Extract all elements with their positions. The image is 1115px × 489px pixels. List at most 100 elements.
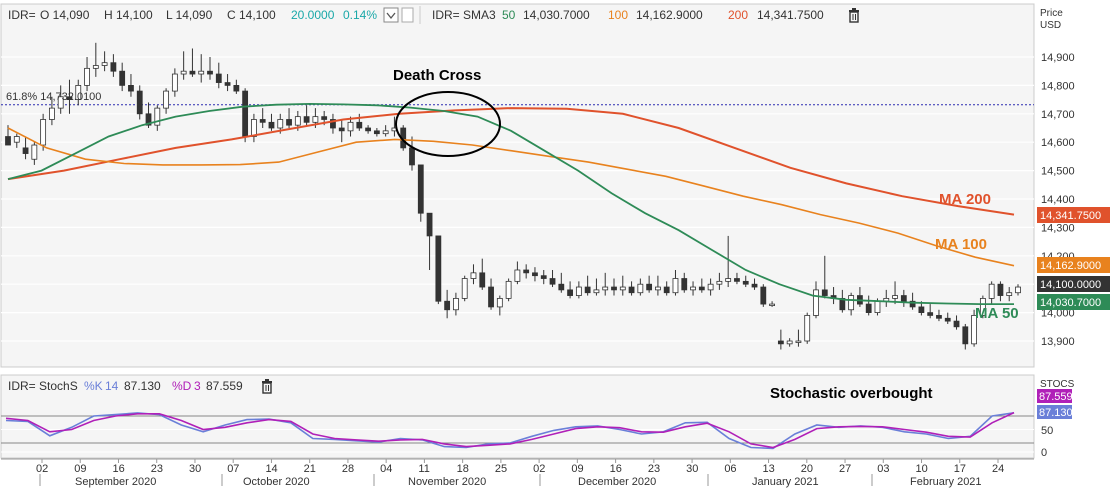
candle-body: [716, 280, 723, 285]
stoch-axis: STOCS 87.559 87.130 50 0: [1037, 379, 1075, 459]
candle-body: [49, 107, 55, 120]
candle-body: [936, 315, 942, 319]
candle-body: [734, 278, 740, 282]
candle-body: [760, 286, 767, 305]
price-tags: 14,341.7500 14,162.9000 14,100.0000 14,0…: [1037, 207, 1110, 310]
candle-body: [628, 286, 635, 294]
candle-body: [101, 62, 108, 66]
candle-body: [540, 275, 547, 279]
candle-body: [13, 136, 20, 143]
candle-body: [865, 303, 872, 313]
candle-body: [470, 272, 477, 279]
x-axis-months: September 2020 October 2020 November 2020 D…: [39, 474, 982, 488]
candle-body: [365, 127, 371, 132]
month-label: November 2020: [408, 476, 486, 488]
chart-canvas: IDR= O 14,090 H 14,100 L 14,090 C 14,100…: [0, 3, 1110, 488]
candle-body: [92, 65, 99, 69]
price-tick-label: 14,500: [1041, 166, 1075, 178]
candle-body: [1006, 292, 1013, 296]
candle-body: [742, 280, 749, 285]
sma50-value: 14,030.7000: [523, 8, 590, 22]
candle-body: [180, 70, 187, 75]
candle-body: [690, 286, 696, 291]
stoch-k-value: 87.130: [124, 379, 161, 393]
candle-body: [488, 286, 494, 308]
candle-body: [128, 85, 134, 92]
header-change-pct: 0.14%: [343, 8, 377, 22]
candle-body: [611, 286, 617, 291]
x-tick-label: 25: [495, 463, 507, 475]
candle-body: [821, 289, 828, 296]
month-label: September 2020: [75, 476, 156, 488]
stoch-tick-0: 0: [1041, 447, 1047, 459]
sma100-value: 14,162.9000: [636, 8, 703, 22]
header-low: L 14,090: [166, 8, 213, 22]
candle-body: [900, 295, 907, 302]
ma50-tag-text: 14,030.7000: [1040, 297, 1101, 309]
candle-body: [40, 119, 47, 146]
x-tick-label: 09: [571, 463, 583, 475]
sma200-value: 14,341.7500: [757, 8, 824, 22]
last-price-tag-text: 14,100.0000: [1040, 279, 1101, 291]
price-tick-label: 14,400: [1041, 194, 1075, 206]
stoch-tick-50: 50: [1041, 425, 1053, 437]
candle: [804, 312, 811, 344]
candle-body: [409, 147, 415, 166]
price-axis-unit: USD: [1040, 20, 1061, 31]
candle-body: [751, 283, 758, 288]
header-change: 20.0000: [291, 8, 335, 22]
candle-body: [681, 278, 688, 291]
stoch-d-label: %D: [172, 379, 192, 393]
x-tick-label: 06: [724, 463, 736, 475]
candle-body: [777, 340, 784, 345]
x-tick-label: 10: [916, 463, 928, 475]
candle-body: [163, 90, 169, 109]
x-tick-label: 21: [304, 463, 316, 475]
candle-body: [312, 116, 319, 123]
candle-body: [593, 289, 600, 294]
x-tick-label: 20: [801, 463, 813, 475]
candle-body: [532, 272, 538, 277]
x-tick-label: 24: [992, 463, 1004, 475]
price-tick-label: 14,600: [1041, 137, 1075, 149]
candle-body: [804, 315, 811, 342]
candle-body: [233, 85, 240, 92]
candle-body: [171, 73, 178, 92]
candle-body: [523, 269, 530, 274]
candle-body: [707, 283, 714, 291]
candle-body: [417, 164, 424, 214]
candle-body: [479, 272, 486, 288]
x-tick-label: 30: [686, 463, 698, 475]
candle: [461, 275, 468, 302]
candle-body: [215, 73, 222, 83]
candle-body: [769, 303, 775, 306]
candle-body: [198, 70, 205, 75]
price-tick-label: 14,700: [1041, 109, 1075, 121]
candle-body: [725, 278, 732, 282]
candle-body: [892, 295, 898, 299]
candle-body: [461, 278, 468, 299]
candle-body: [453, 297, 459, 311]
x-tick-label: 28: [342, 463, 354, 475]
candle-body: [251, 119, 257, 137]
candle-body: [426, 212, 433, 237]
candle-body: [31, 144, 38, 160]
candle-body: [567, 289, 573, 296]
x-tick-label: 11: [418, 463, 429, 475]
candle-body: [294, 116, 301, 126]
price-header: IDR= O 14,090 H 14,100 L 14,090 C 14,100…: [8, 6, 859, 24]
ma50-label: MA 50: [975, 305, 1019, 322]
x-tick-label: 23: [151, 463, 163, 475]
candle: [760, 284, 767, 307]
chevron-down-icon[interactable]: [383, 7, 399, 23]
x-tick-label: 27: [839, 463, 851, 475]
candle-body: [22, 147, 29, 154]
ma200-tag-text: 14,341.7500: [1040, 210, 1101, 222]
candle-body: [997, 283, 1004, 296]
ma100-tag-text: 14,162.9000: [1040, 260, 1101, 272]
stoch-k-label: %K: [84, 379, 103, 393]
color-swatch[interactable]: [401, 7, 414, 23]
stoch-overbought-label: Stochastic overbought: [770, 385, 933, 402]
candle-body: [813, 289, 819, 316]
sma-symbol: IDR= SMA3: [432, 8, 496, 22]
